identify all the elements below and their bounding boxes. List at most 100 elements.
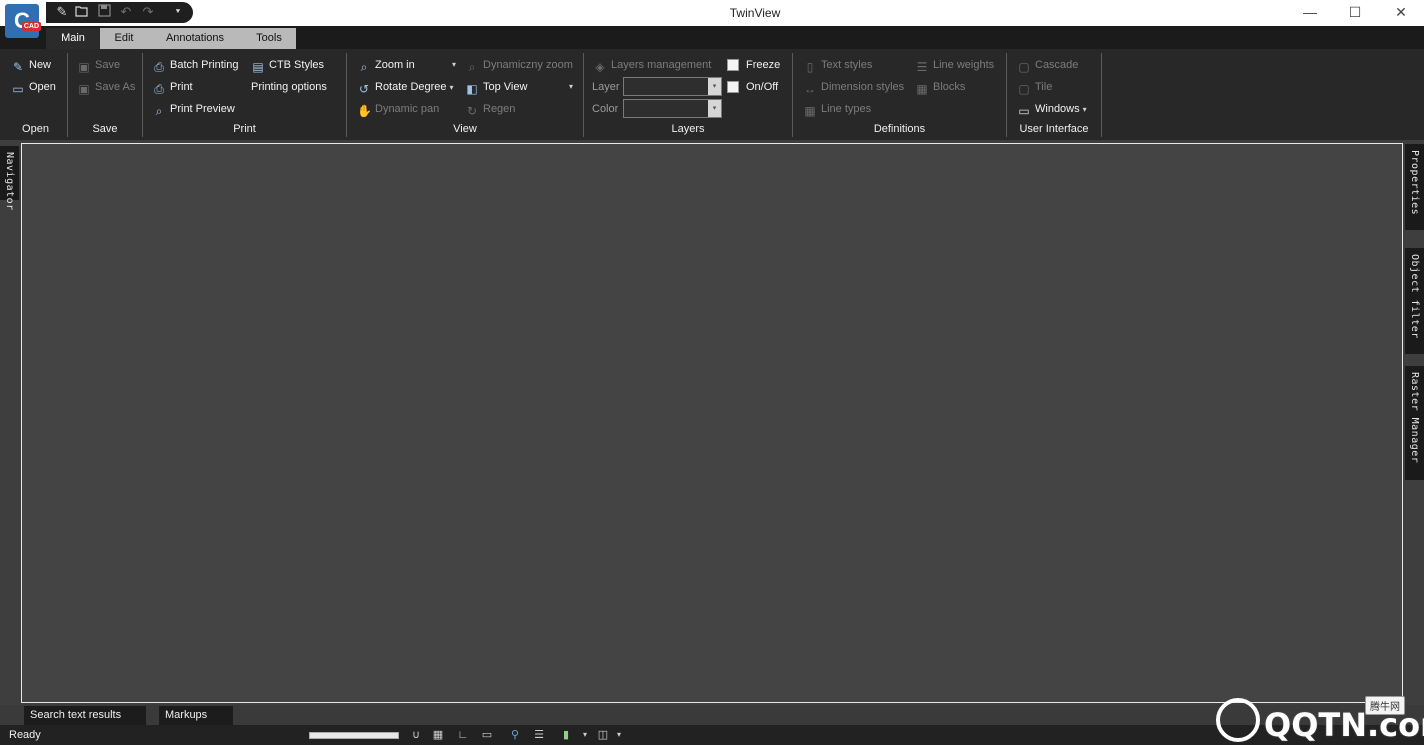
blocks-button[interactable]: ▦ Blocks <box>915 78 965 96</box>
line-weights-label: Line weights <box>933 59 995 71</box>
group-user-interface: ▢ Cascade ▢ Tile ▭ Windows ▾ User Interface <box>1007 53 1102 137</box>
group-view: ⌕ Zoom in ▾ ⌕ Dynamiczny zoom ↺ Rotate Degr… <box>347 53 584 137</box>
tab-tools[interactable]: Tools <box>242 28 296 49</box>
navigator-panel-tab[interactable]: Navigator <box>0 146 19 211</box>
ortho-icon[interactable]: ∟ <box>456 728 470 742</box>
regen-button[interactable]: ↻ Regen <box>465 100 515 118</box>
batch-printing-label: Batch Printing <box>170 59 239 71</box>
line-types-label: Line types <box>821 103 872 115</box>
dynamic-zoom-icon: ⌕ <box>468 60 476 74</box>
text-styles-button[interactable]: ▯ Text styles <box>803 56 873 74</box>
line-weights-button[interactable]: ☰ Line weights <box>915 56 995 74</box>
save-icon: ▣ <box>78 60 90 74</box>
status-text: Ready <box>9 729 41 741</box>
rotate-icon: ↺ <box>358 82 370 96</box>
top-view-label: Top View <box>483 81 528 93</box>
print-preview-icon: ⌕ <box>155 104 163 118</box>
group-save-label: Save <box>92 123 118 135</box>
print-preview-label: Print Preview <box>170 103 235 115</box>
dynamic-zoom-label: Dynamiczny zoom <box>483 59 573 71</box>
cascade-button[interactable]: ▢ Cascade <box>1017 56 1078 74</box>
drawing-canvas[interactable] <box>21 143 1403 703</box>
printing-options-label: Printing options <box>251 81 327 93</box>
magnifier-icon: ⌕ <box>360 60 368 74</box>
save-label: Save <box>95 59 121 71</box>
zoom-in-dropdown-icon[interactable]: ▾ <box>452 56 456 74</box>
save-as-button[interactable]: ▣ Save As <box>77 78 135 96</box>
new-label: New <box>29 59 52 71</box>
raster-manager-panel-tab[interactable]: Raster Manager <box>1405 366 1424 480</box>
zoom-in-button[interactable]: ⌕ Zoom in <box>357 56 415 74</box>
freeze-checkbox[interactable] <box>727 59 739 71</box>
status-bar: Ready ∪ ▦ ∟ ▭ ⚲ ☰ ▮ ▾ ◫ ▾ <box>0 725 1424 745</box>
viewport-dropdown-arrow-icon[interactable]: ▾ <box>612 728 626 742</box>
new-button[interactable]: ✎ New <box>11 56 51 74</box>
printing-options-button[interactable]: Printing options <box>251 78 327 96</box>
group-layers: ◈ Layers management Freeze Layer ▾ On/Off… <box>584 53 793 137</box>
work-area: Navigator Properties Object filter Raste… <box>0 140 1424 705</box>
app-logo[interactable]: C CAD <box>5 4 41 38</box>
top-view-button[interactable]: ◧ Top View <box>465 78 527 96</box>
lineweight-display-icon[interactable]: ▭ <box>480 728 494 742</box>
raster-manager-tab-label: Raster Manager <box>1409 372 1420 464</box>
grid-icon[interactable]: ▦ <box>431 728 445 742</box>
tab-annotations[interactable]: Annotations <box>148 28 242 49</box>
windows-dropdown-icon: ▾ <box>1082 105 1087 114</box>
watermark-logo <box>1216 698 1260 742</box>
color-dropdown-arrow-icon[interactable]: ▾ <box>578 728 592 742</box>
cascade-label: Cascade <box>1035 59 1079 71</box>
tab-markups[interactable]: Markups <box>159 706 233 725</box>
properties-panel-tab[interactable]: Properties <box>1405 144 1424 230</box>
save-as-icon: ▣ <box>78 82 90 96</box>
minimize-button[interactable]: — <box>1287 0 1333 26</box>
tab-edit[interactable]: Edit <box>100 28 148 49</box>
tab-search-text-results[interactable]: Search text results <box>24 706 146 725</box>
regen-label: Regen <box>483 103 516 115</box>
close-button[interactable]: ✕ <box>1378 0 1424 26</box>
ctb-styles-icon: ▤ <box>252 60 264 74</box>
viewport-icon[interactable]: ◫ <box>596 728 610 742</box>
window-title: TwinView <box>729 6 781 20</box>
line-types-button[interactable]: ▦ Line types <box>803 100 871 118</box>
line-types-icon: ▦ <box>804 104 816 118</box>
top-view-dropdown-icon[interactable]: ▾ <box>569 78 573 96</box>
on-off-checkbox[interactable] <box>727 81 739 93</box>
save-as-label: Save As <box>95 81 136 93</box>
color-select[interactable]: ▾ <box>623 99 722 118</box>
pick-tool-icon[interactable]: ⚲ <box>508 728 522 742</box>
open-button[interactable]: ▭ Open <box>11 78 56 96</box>
windows-label: Windows <box>1035 103 1080 115</box>
print-button[interactable]: ⎙ Print <box>152 78 192 96</box>
new-file-icon: ✎ <box>12 60 24 74</box>
color-swatch-icon[interactable]: ▮ <box>559 728 573 742</box>
layers-management-button[interactable]: ◈ Layers management <box>593 56 711 74</box>
print-preview-button[interactable]: ⌕ Print Preview <box>152 100 235 118</box>
dynamic-pan-button[interactable]: ✋ Dynamic pan <box>357 100 439 118</box>
dimension-styles-button[interactable]: ↔ Dimension styles <box>803 78 904 96</box>
blocks-label: Blocks <box>933 81 966 93</box>
group-open-label: Open <box>22 123 49 135</box>
folder-icon: ▭ <box>12 82 24 96</box>
group-open: ✎ New ▭ Open Open <box>4 53 68 137</box>
rotate-degree-button[interactable]: ↺ Rotate Degree ▾ <box>357 78 454 96</box>
object-filter-tab-label: Object filter <box>1409 254 1420 339</box>
snap-magnet-icon[interactable]: ∪ <box>409 728 423 742</box>
tab-main[interactable]: Main <box>46 28 100 49</box>
cube-icon: ◧ <box>466 82 478 96</box>
ribbon-tab-bar: Main Edit Annotations Tools <box>0 26 1424 49</box>
ctb-styles-button[interactable]: ▤ CTB Styles <box>251 56 324 74</box>
maximize-button[interactable]: ☐ <box>1332 0 1378 26</box>
save-button[interactable]: ▣ Save <box>77 56 120 74</box>
window-icon: ▭ <box>1018 104 1030 118</box>
batch-printing-button[interactable]: ⎙ Batch Printing <box>152 56 238 74</box>
cascade-icon: ▢ <box>1018 60 1030 74</box>
object-filter-panel-tab[interactable]: Object filter <box>1405 248 1424 354</box>
lineweight-selector[interactable] <box>309 732 399 739</box>
bottom-panel-tabs: Search text results Markups <box>0 705 1424 725</box>
windows-button[interactable]: ▭ Windows ▾ <box>1017 100 1087 118</box>
dynamic-zoom-button[interactable]: ⌕ Dynamiczny zoom <box>465 56 573 74</box>
properties-tab-label: Properties <box>1409 150 1420 216</box>
tile-button[interactable]: ▢ Tile <box>1017 78 1052 96</box>
layer-select[interactable]: ▾ <box>623 77 722 96</box>
list-icon[interactable]: ☰ <box>532 728 546 742</box>
